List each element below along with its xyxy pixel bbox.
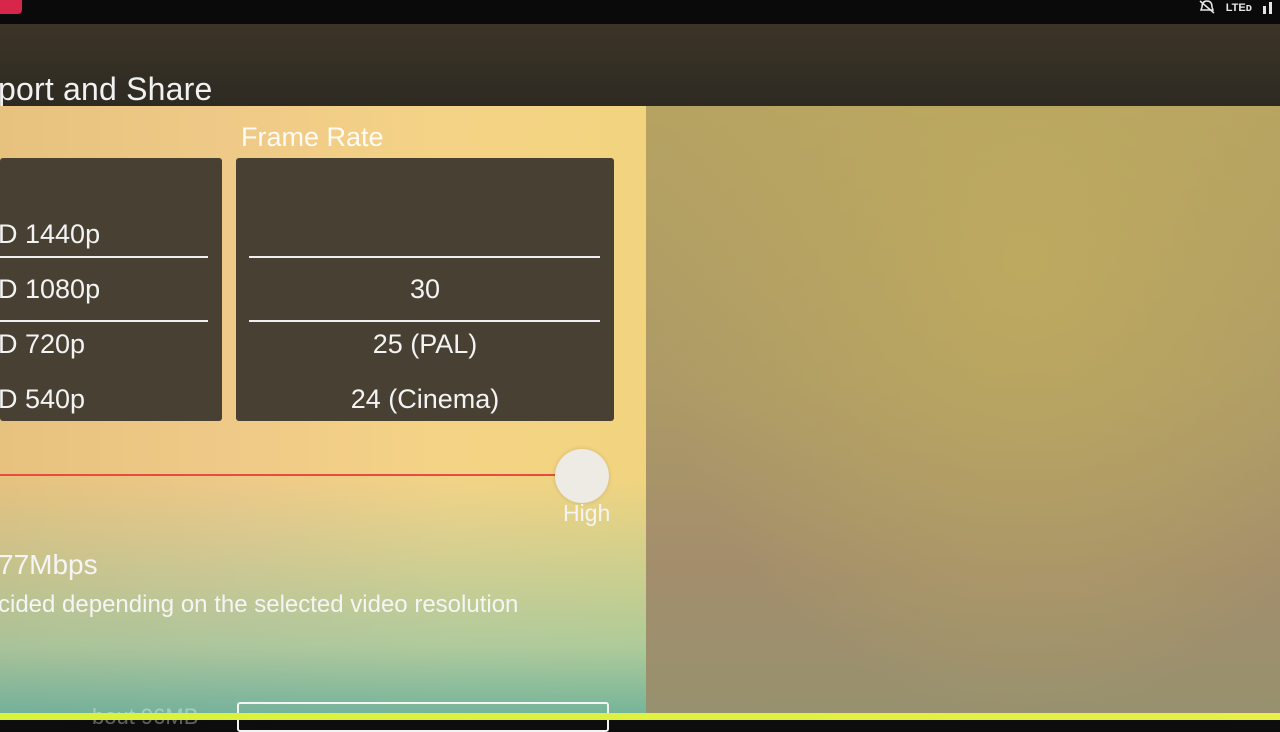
selection-divider-top bbox=[0, 256, 208, 258]
selection-divider-bottom bbox=[0, 320, 208, 322]
resolution-picker[interactable]: D 1440p D 1080p D 720p D 540p bbox=[0, 158, 222, 421]
bitrate-slider-thumb[interactable] bbox=[555, 449, 609, 503]
selection-divider-bottom bbox=[249, 320, 600, 322]
selection-divider-top bbox=[249, 256, 600, 258]
app-notification-icon bbox=[0, 0, 22, 14]
network-type-label: LTEᴅ bbox=[1225, 2, 1252, 14]
resolution-option[interactable]: D 720p bbox=[0, 324, 222, 364]
slider-high-label: High bbox=[563, 500, 611, 526]
resolution-option-selected[interactable]: D 1080p bbox=[0, 269, 222, 309]
app-bar: port and Share bbox=[0, 24, 1280, 107]
resolution-option[interactable]: D 1440p bbox=[0, 214, 222, 254]
frame-rate-picker[interactable]: 30 25 (PAL) 24 (Cinema) bbox=[236, 158, 614, 421]
frame-rate-option[interactable]: 24 (Cinema) bbox=[236, 379, 614, 419]
bitrate-note: cided depending on the selected video re… bbox=[0, 591, 519, 618]
resolution-option[interactable]: D 540p bbox=[0, 379, 222, 419]
bitrate-value: 77Mbps bbox=[0, 549, 98, 580]
frame-rate-option-selected[interactable]: 30 bbox=[236, 269, 614, 309]
video-preview bbox=[646, 106, 1280, 720]
signal-icon bbox=[1262, 0, 1274, 17]
frame-rate-label: Frame Rate bbox=[241, 122, 384, 152]
page-title: port and Share bbox=[0, 71, 213, 107]
bottom-accent-strip bbox=[0, 713, 1280, 720]
status-icons: LTEᴅ bbox=[1198, 0, 1274, 16]
status-bar: LTEᴅ bbox=[0, 0, 1280, 24]
frame-rate-option[interactable]: 25 (PAL) bbox=[236, 324, 614, 364]
frame-rate-option[interactable] bbox=[236, 214, 614, 254]
bell-off-icon bbox=[1198, 0, 1216, 17]
bitrate-slider-track[interactable] bbox=[0, 474, 560, 476]
